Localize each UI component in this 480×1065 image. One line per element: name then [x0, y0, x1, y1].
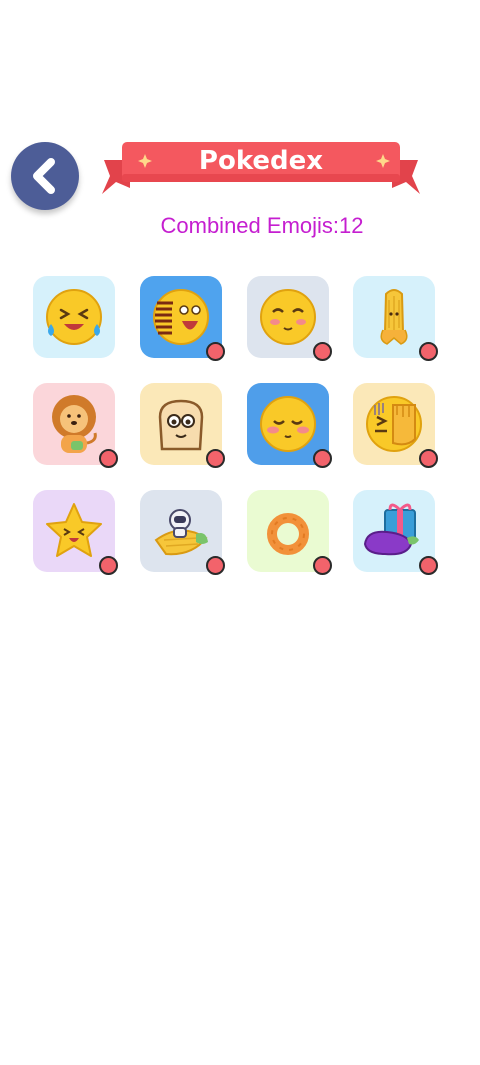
- emoji-tile[interactable]: [247, 276, 332, 361]
- combined-emojis-count: Combined Emojis:12: [160, 213, 364, 238]
- red-dot-badge: [419, 556, 438, 575]
- page-title: Pokedex: [198, 146, 324, 176]
- emoji-tile[interactable]: [33, 276, 115, 358]
- laughing-tears-icon: [33, 276, 115, 363]
- red-dot-badge: [419, 449, 438, 468]
- red-dot-badge: [99, 449, 118, 468]
- red-dot-badge: [206, 449, 225, 468]
- emoji-tile[interactable]: [247, 383, 332, 468]
- red-dot-badge: [313, 342, 332, 361]
- chevron-left-icon: [33, 158, 55, 194]
- emoji-tile[interactable]: [353, 490, 438, 575]
- emoji-tile[interactable]: [140, 490, 225, 575]
- emoji-tile[interactable]: [33, 490, 118, 575]
- red-dot-badge: [206, 342, 225, 361]
- emoji-tile[interactable]: [353, 383, 438, 468]
- title-banner: Pokedex: [100, 138, 422, 200]
- emoji-tile[interactable]: [140, 383, 225, 468]
- emoji-tile[interactable]: [140, 276, 225, 361]
- emoji-tile[interactable]: [247, 490, 332, 575]
- red-dot-badge: [313, 449, 332, 468]
- red-dot-badge: [99, 556, 118, 575]
- red-dot-badge: [206, 556, 225, 575]
- emoji-tile[interactable]: [33, 383, 118, 468]
- red-dot-badge: [313, 556, 332, 575]
- back-button[interactable]: [11, 142, 79, 210]
- emoji-tile[interactable]: [353, 276, 438, 361]
- red-dot-badge: [419, 342, 438, 361]
